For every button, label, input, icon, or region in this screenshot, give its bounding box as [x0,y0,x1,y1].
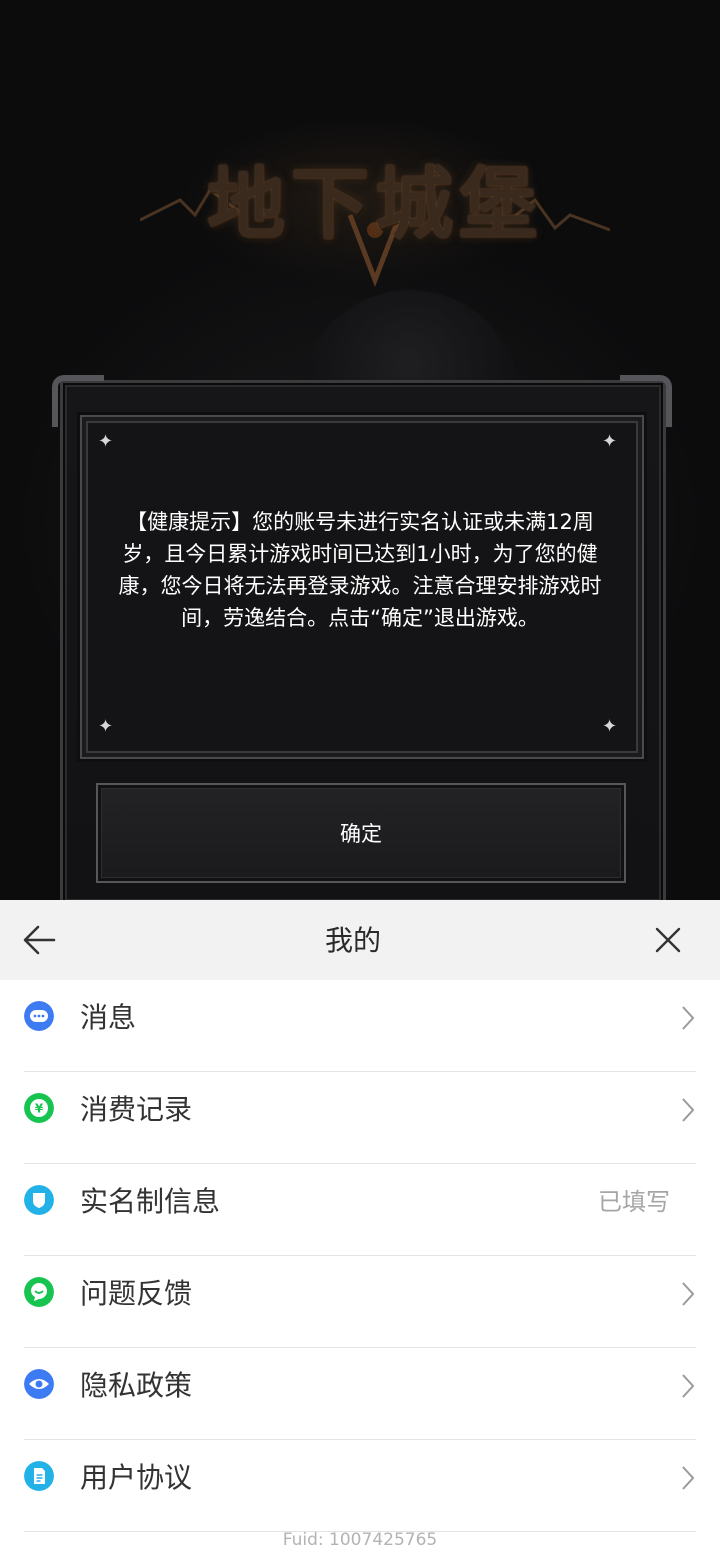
eye-icon [24,1369,54,1399]
menu-item-label: 消费记录 [80,1093,193,1126]
document-icon [24,1461,54,1491]
fuid-text: Fuid: 1007425765 [282,1530,438,1550]
feedback-icon [24,1277,54,1307]
chevron-right-icon [682,1374,695,1398]
menu-item-label: 用户协议 [80,1461,193,1494]
menu-item-purchase-history[interactable]: ¥ 消费记录 [24,1072,696,1164]
back-button[interactable] [16,916,64,964]
arrow-left-icon [23,925,56,955]
menu-item-label: 消息 [80,1001,137,1034]
menu-item-real-name-info[interactable]: 实名制信息 已填写 [24,1164,696,1256]
confirm-button[interactable]: 确定 [96,783,626,883]
sparkle-icon: ✦ [98,431,114,452]
menu-list: 消息 ¥ 消费记录 实名制信息 已填写 问题反馈 隐私政策 用户协议 [24,980,696,1532]
menu-item-label: 问题反馈 [80,1277,193,1310]
chevron-right-icon [682,1282,695,1306]
menu-item-user-agreement[interactable]: 用户协议 [24,1440,696,1532]
shield-icon [24,1185,54,1215]
chevron-right-icon [682,1006,695,1030]
close-button[interactable] [644,916,692,964]
chevron-right-icon [682,1466,695,1490]
menu-item-privacy-policy[interactable]: 隐私政策 [24,1348,696,1440]
health-notice-text: 【健康提示】您的账号未进行实名认证或未满12周岁，且今日累计游戏时间已达到1小时… [118,510,602,630]
logo-text: 地下城堡 [206,159,543,250]
sheet-header: 我的 [0,900,720,980]
real-name-status: 已填写 [598,1188,670,1216]
svg-text:¥: ¥ [35,1102,44,1116]
menu-item-messages[interactable]: 消息 [24,980,696,1072]
menu-item-label: 实名制信息 [80,1185,221,1218]
game-screen: 地下城堡 ✦ ✦ ✦ ✦ 【健康提示】您的账号未进行实名认证或未满12周岁，且今… [0,0,720,900]
game-logo: 地下城堡 [140,120,610,290]
close-icon [655,927,681,953]
yen-icon: ¥ [24,1093,54,1123]
menu-item-label: 隐私政策 [80,1369,193,1402]
sheet-title: 我的 [324,924,381,957]
menu-item-feedback[interactable]: 问题反馈 [24,1256,696,1348]
sparkle-icon: ✦ [602,716,618,737]
my-account-sheet: 我的 消息 ¥ 消费记录 实名制信息 已填写 问题反馈 隐私政策 用户协议 Fu… [0,900,720,1560]
chat-bubble-icon [24,1001,54,1031]
sparkle-icon: ✦ [98,716,114,737]
sparkle-icon: ✦ [602,431,618,452]
chevron-right-icon [682,1098,695,1122]
